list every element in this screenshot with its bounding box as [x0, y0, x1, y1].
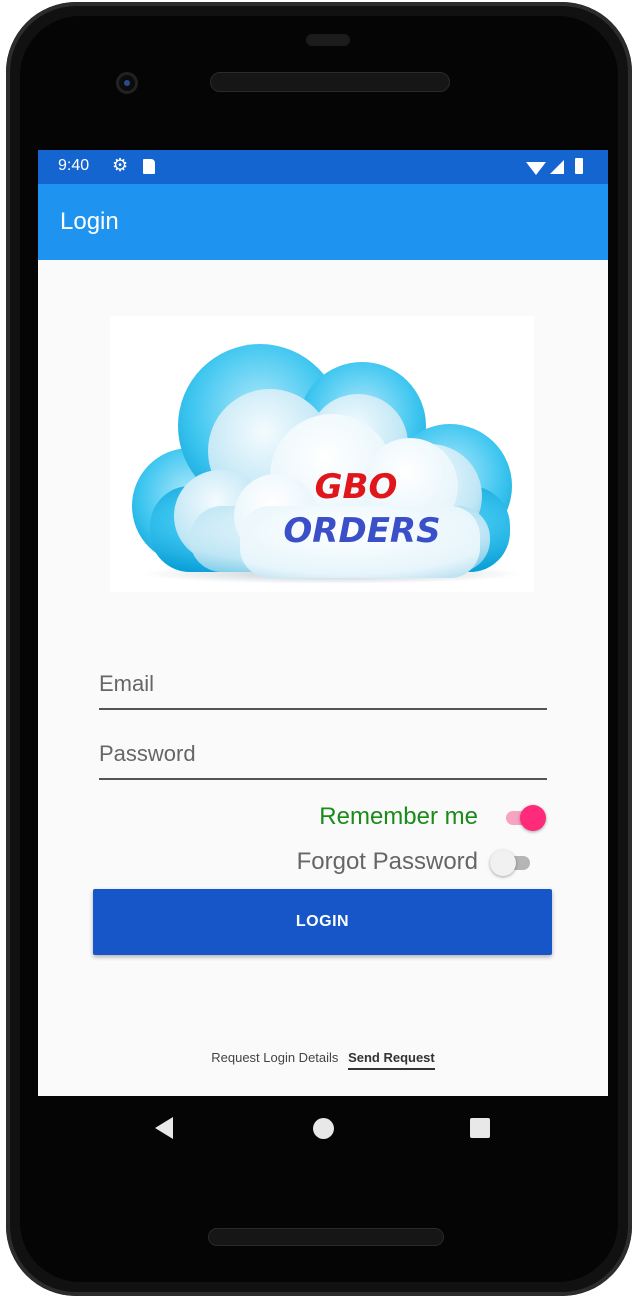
- logo-line1: GBO: [315, 467, 398, 507]
- signal-icon: [550, 160, 564, 174]
- home-icon[interactable]: [313, 1118, 334, 1139]
- system-nav-bar: [38, 1096, 608, 1166]
- remember-me-row: Remember me: [38, 803, 608, 833]
- page-title: Login: [60, 208, 119, 235]
- forgot-password-row: Forgot Password: [38, 848, 608, 878]
- password-field[interactable]: [99, 732, 547, 780]
- forgot-password-label: Forgot Password: [296, 848, 478, 875]
- forgot-password-switch[interactable]: [490, 848, 534, 878]
- wifi-icon: [526, 162, 546, 175]
- app-bar: Login: [38, 184, 608, 260]
- login-button[interactable]: LOGIN: [93, 889, 552, 955]
- earpiece-speaker: [210, 72, 450, 92]
- cloud-logo-icon: GBO ORDERS: [132, 344, 522, 584]
- top-sensor: [306, 34, 350, 46]
- settings-gear-icon: ⚙: [112, 155, 129, 176]
- status-bar: 9:40 ⚙: [38, 150, 608, 184]
- gbo-orders-logo: GBO ORDERS: [110, 316, 534, 592]
- battery-icon: [575, 158, 583, 174]
- email-input[interactable]: [99, 662, 547, 706]
- bottom-speaker: [208, 1228, 444, 1246]
- app-screen: 9:40 ⚙ Login GBO ORDERS Email Remember m…: [38, 150, 608, 1096]
- send-request-link[interactable]: Send Request: [348, 1050, 435, 1070]
- back-icon[interactable]: [155, 1117, 173, 1139]
- switch-thumb: [490, 850, 516, 876]
- status-time: 9:40: [58, 157, 90, 174]
- switch-thumb: [520, 805, 546, 831]
- recent-apps-icon[interactable]: [470, 1118, 490, 1138]
- front-camera: [116, 72, 138, 94]
- email-field[interactable]: [99, 662, 547, 710]
- request-login-footer: Request Login Details Send Request: [38, 1050, 608, 1070]
- sd-card-icon: [143, 159, 155, 174]
- remember-me-switch[interactable]: [502, 803, 546, 833]
- remember-me-label: Remember me: [319, 803, 478, 830]
- password-input[interactable]: [99, 732, 547, 776]
- logo-line2: ORDERS: [283, 511, 440, 551]
- request-login-text: Request Login Details: [211, 1050, 339, 1065]
